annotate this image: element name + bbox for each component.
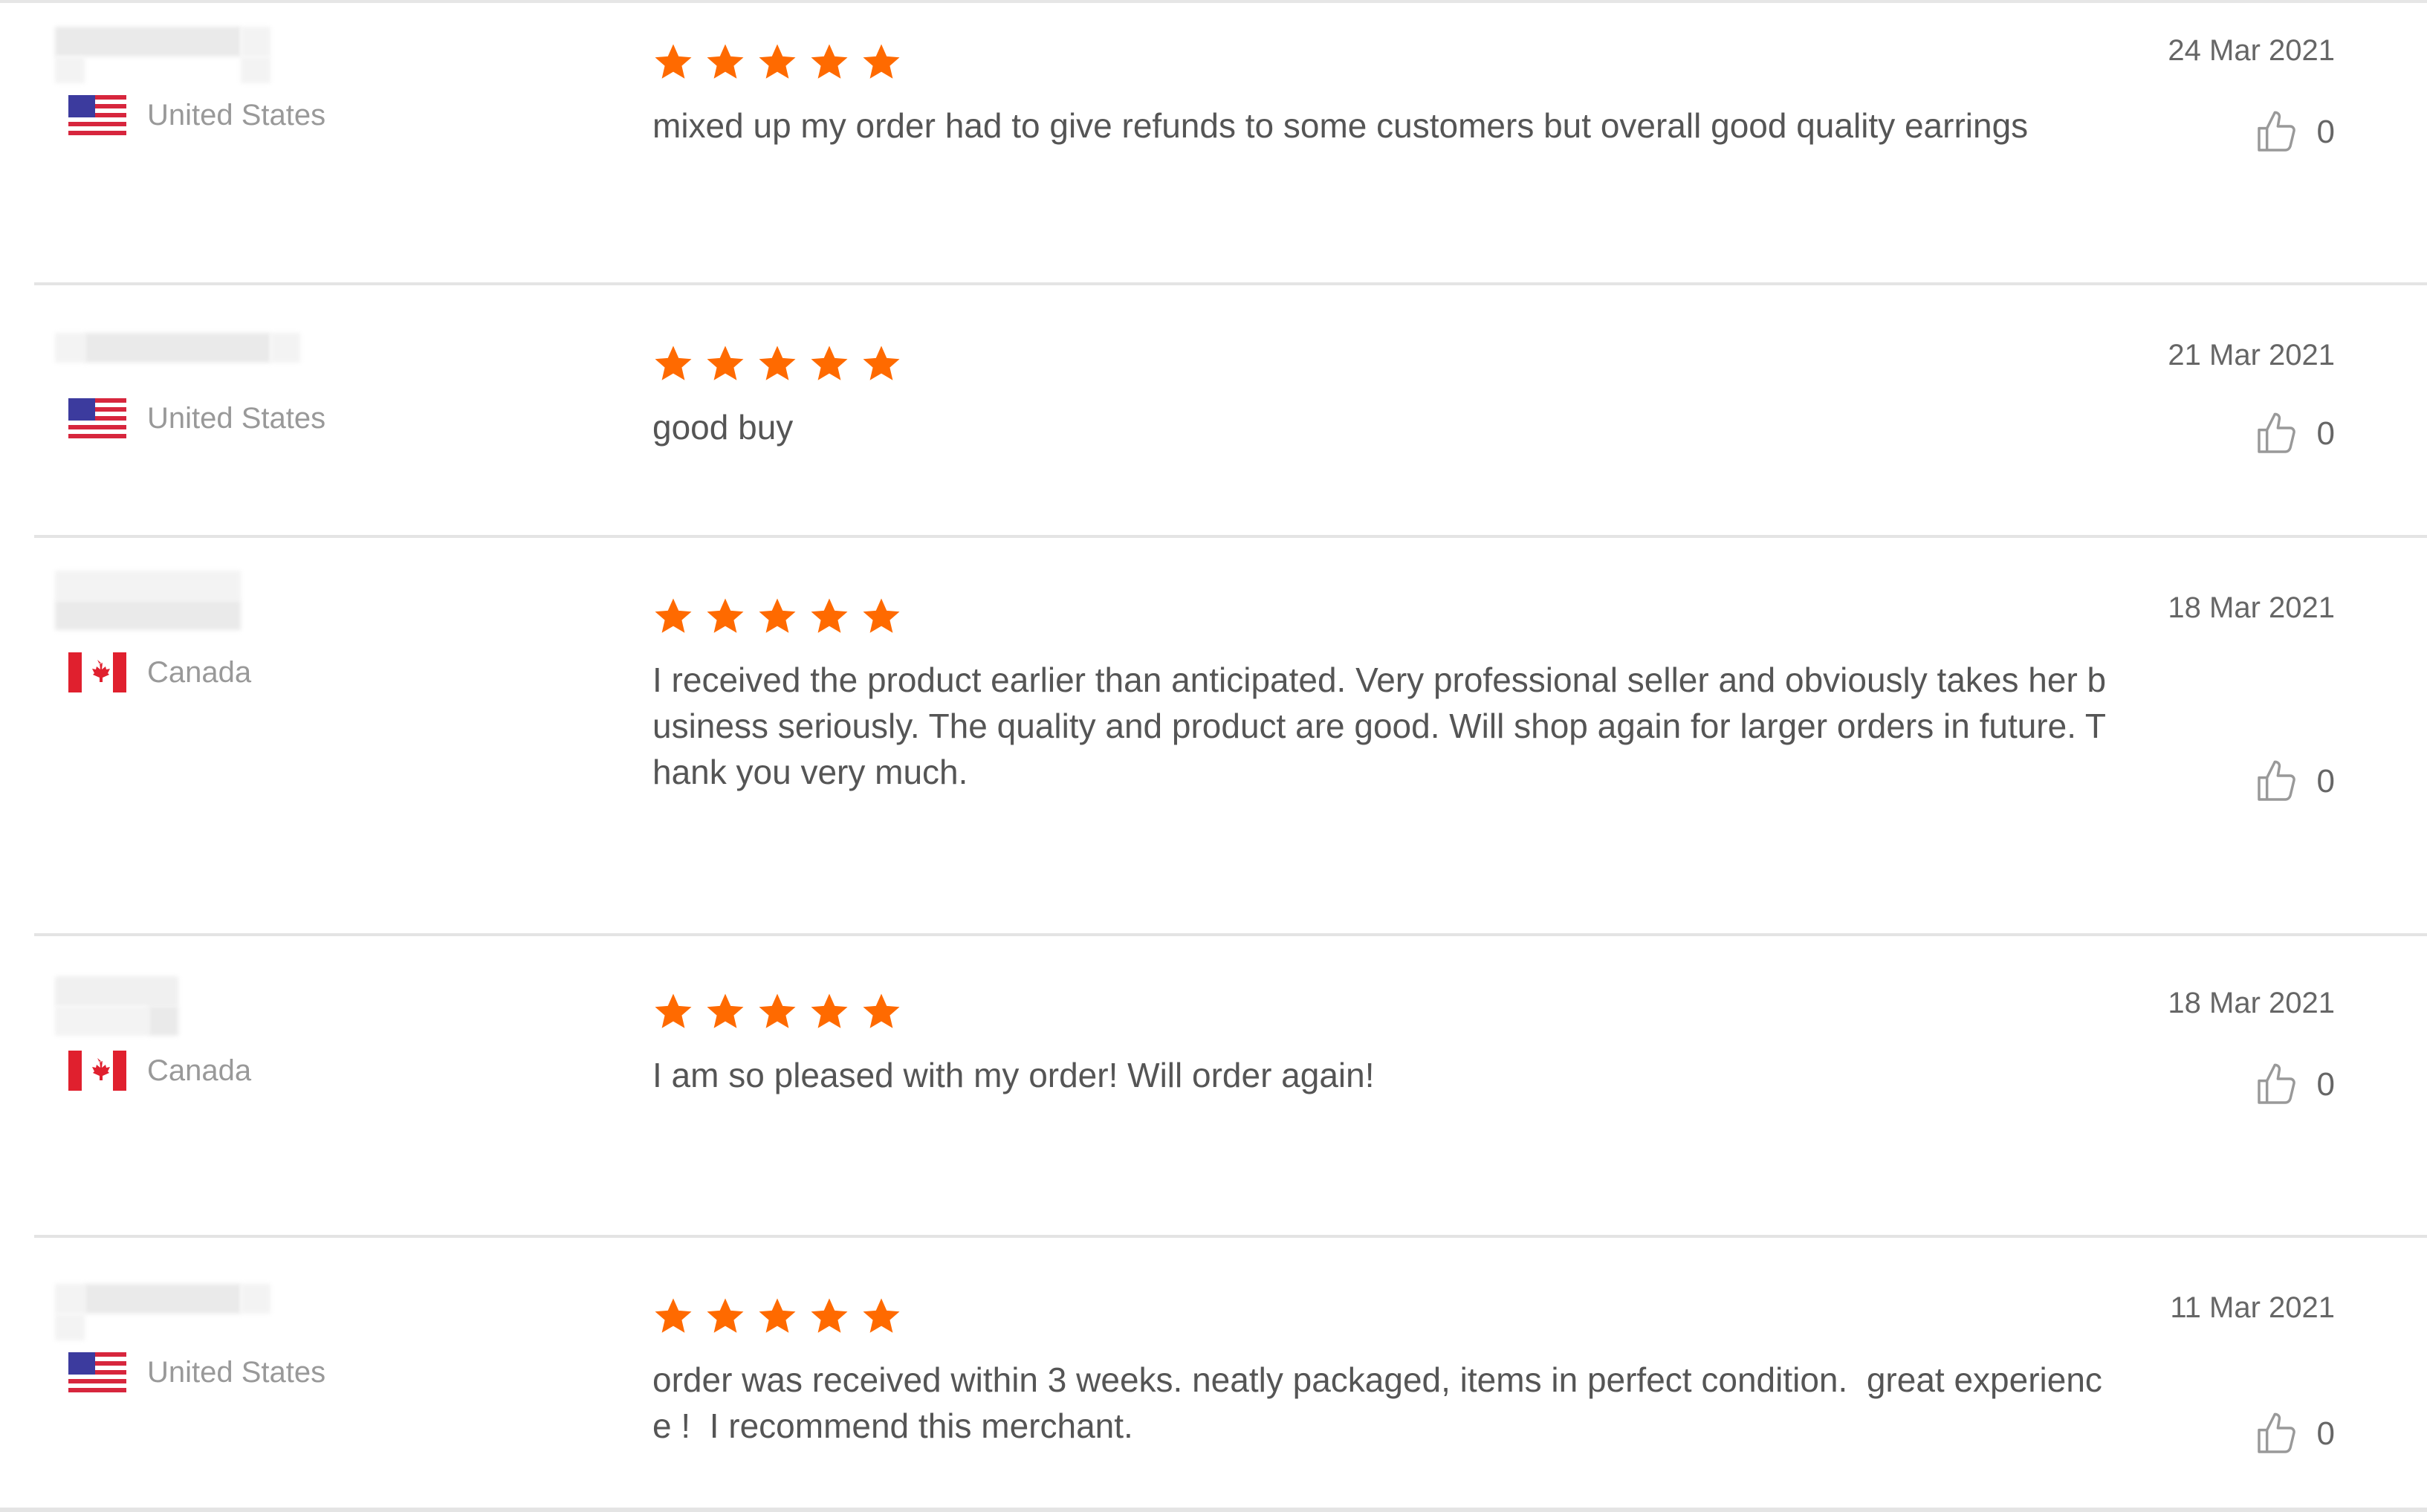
star-icon — [655, 598, 692, 633]
star-icon — [811, 44, 848, 79]
star-icon — [759, 598, 796, 633]
review-body: mixed up my order had to give refunds to… — [652, 40, 2109, 149]
review-body: I am so pleased with my order! Will orde… — [652, 990, 2109, 1098]
reviewer-country: United States — [68, 398, 325, 438]
star-icon — [811, 993, 848, 1028]
thumbs-up-icon[interactable] — [2253, 1061, 2301, 1109]
review-text: good buy — [652, 408, 794, 447]
like-count: 0 — [2316, 114, 2335, 150]
star-icon — [759, 345, 796, 380]
review-text: order was received within 3 weeks. neatl… — [652, 1360, 2102, 1445]
star-icon — [863, 44, 900, 79]
bottom-divider — [0, 1508, 2427, 1512]
star-icon — [655, 1298, 692, 1333]
star-icon — [707, 598, 744, 633]
reviewer-info — [55, 976, 278, 1036]
reviewer-name-blurred — [55, 1284, 278, 1340]
review-item: United States mixed up my order had to g… — [0, 0, 2427, 285]
like-control: 0 — [2253, 758, 2335, 805]
star-rating — [652, 1294, 2109, 1339]
canada-flag-icon — [68, 1051, 126, 1091]
review-item: Canada I am so pleased with my order! Wi… — [0, 936, 2427, 1238]
star-rating — [652, 342, 2109, 386]
us-flag-icon — [68, 1352, 126, 1392]
reviewer-country: Canada — [68, 652, 251, 692]
star-rating — [652, 594, 2109, 639]
star-icon — [707, 345, 744, 380]
star-icon — [707, 993, 744, 1028]
like-count: 0 — [2316, 1415, 2335, 1452]
review-date: 11 Mar 2021 — [2170, 1291, 2335, 1324]
star-icon — [759, 44, 796, 79]
reviewer-info — [55, 333, 300, 389]
review-text: I am so pleased with my order! Will orde… — [652, 1056, 1375, 1094]
reviewer-info — [55, 27, 278, 83]
star-icon — [655, 993, 692, 1028]
star-icon — [655, 44, 692, 79]
thumbs-up-icon[interactable] — [2253, 758, 2301, 805]
thumbs-up-icon[interactable] — [2253, 108, 2301, 156]
reviewer-info — [55, 1284, 278, 1340]
reviewer-info — [55, 571, 278, 630]
review-text: I received the product earlier than anti… — [652, 661, 2107, 791]
like-control: 0 — [2253, 1061, 2335, 1109]
like-count: 0 — [2316, 415, 2335, 452]
review-date: 21 Mar 2021 — [2168, 339, 2335, 371]
country-name: United States — [147, 401, 326, 435]
us-flag-icon — [68, 95, 126, 135]
country-name: Canada — [147, 655, 252, 689]
review-body: I received the product earlier than anti… — [652, 594, 2109, 795]
thumbs-up-icon[interactable] — [2253, 1410, 2301, 1458]
star-icon — [863, 1298, 900, 1333]
reviewer-country: Canada — [68, 1051, 251, 1091]
star-icon — [759, 993, 796, 1028]
review-date: 24 Mar 2021 — [2168, 34, 2335, 67]
star-icon — [863, 598, 900, 633]
review-item: United States good buy 21 Mar 2021 0 — [0, 285, 2427, 538]
review-date: 18 Mar 2021 — [2168, 591, 2335, 624]
us-flag-icon — [68, 398, 126, 438]
country-name: United States — [147, 1355, 326, 1389]
thumbs-up-icon[interactable] — [2253, 410, 2301, 458]
like-control: 0 — [2253, 1410, 2335, 1458]
country-name: United States — [147, 98, 326, 132]
star-rating — [652, 990, 2109, 1034]
star-icon — [707, 1298, 744, 1333]
review-item: United States order was received within … — [0, 1238, 2427, 1508]
star-icon — [811, 598, 848, 633]
like-count: 0 — [2316, 1066, 2335, 1103]
reviewer-country: United States — [68, 1352, 325, 1392]
reviewer-country: United States — [68, 95, 325, 135]
star-rating — [652, 40, 2109, 85]
reviewer-name-blurred — [55, 571, 278, 630]
country-name: Canada — [147, 1054, 252, 1087]
review-body: order was received within 3 weeks. neatl… — [652, 1294, 2109, 1449]
star-icon — [811, 1298, 848, 1333]
review-text: mixed up my order had to give refunds to… — [652, 106, 2029, 145]
reviewer-name-blurred — [55, 976, 278, 1036]
star-icon — [863, 993, 900, 1028]
star-icon — [811, 345, 848, 380]
like-count: 0 — [2316, 763, 2335, 799]
reviewer-name-blurred — [55, 333, 300, 389]
reviewer-name-blurred — [55, 27, 278, 83]
review-item: Canada I received the product earlier th… — [0, 538, 2427, 936]
like-control: 0 — [2253, 108, 2335, 156]
star-icon — [863, 345, 900, 380]
star-icon — [759, 1298, 796, 1333]
star-icon — [655, 345, 692, 380]
canada-flag-icon — [68, 652, 126, 692]
like-control: 0 — [2253, 410, 2335, 458]
review-date: 18 Mar 2021 — [2168, 987, 2335, 1019]
review-body: good buy — [652, 342, 2109, 450]
star-icon — [707, 44, 744, 79]
